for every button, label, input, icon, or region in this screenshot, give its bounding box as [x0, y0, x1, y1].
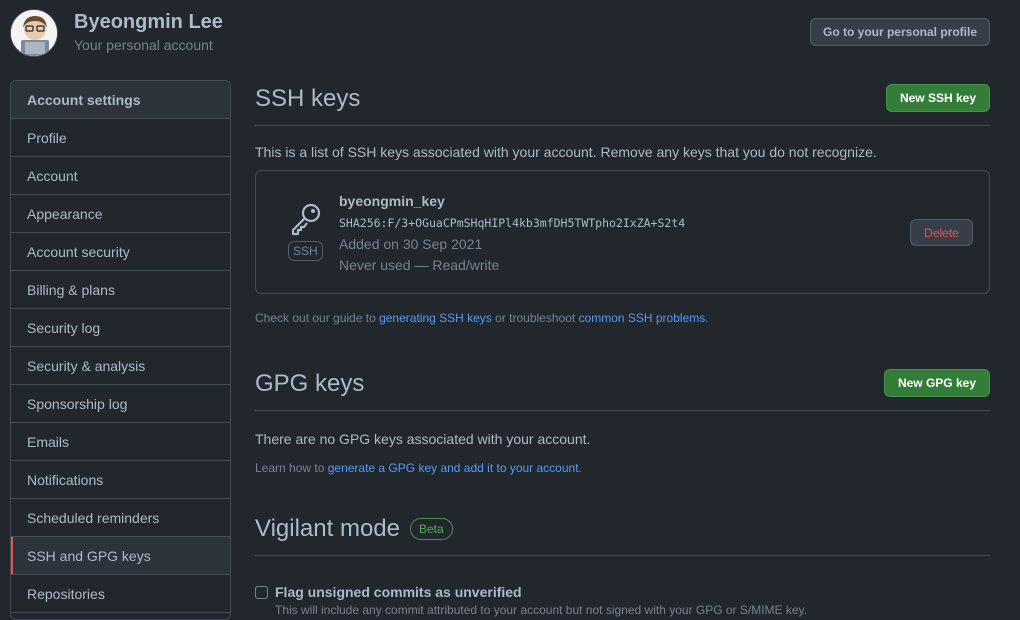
page-header: Byeongmin Lee Your personal account Go t… [0, 0, 1020, 70]
settings-sidebar: Account settings Profile Account Appeara… [10, 80, 231, 620]
user-name: Byeongmin Lee [74, 11, 223, 33]
avatar-icon [11, 10, 57, 56]
sidebar-item-sponsorship-log[interactable]: Sponsorship log [11, 385, 230, 423]
gpg-section-header: GPG keys New GPG key [255, 355, 990, 411]
sidebar-item-repositories[interactable]: Repositories [11, 575, 230, 613]
sidebar-item-emails[interactable]: Emails [11, 423, 230, 461]
sidebar-item-billing-plans[interactable]: Billing & plans [11, 271, 230, 309]
ssh-key-usage: Never used — Read/write [339, 257, 500, 273]
ssh-type-badge: SSH [288, 241, 323, 261]
new-ssh-key-button[interactable]: New SSH key [885, 84, 990, 112]
delete-ssh-key-button[interactable]: Delete [910, 219, 973, 246]
gpg-description: There are no GPG keys associated with yo… [255, 431, 591, 447]
beta-badge: Beta [410, 518, 453, 540]
avatar[interactable] [10, 9, 58, 57]
generate-gpg-key-link[interactable]: generate a GPG key and add it to your ac… [328, 461, 579, 475]
generating-ssh-keys-link[interactable]: generating SSH keys [379, 311, 492, 325]
sidebar-item-profile[interactable]: Profile [11, 119, 230, 157]
sidebar-item-security-analysis[interactable]: Security & analysis [11, 347, 230, 385]
ssh-note-suffix: . [705, 311, 709, 325]
flag-unsigned-checkbox[interactable] [255, 585, 268, 599]
gpg-help-note: Learn how to generate a GPG key and add … [255, 461, 990, 475]
sidebar-item-ssh-gpg-keys[interactable]: SSH and GPG keys [11, 537, 230, 575]
common-ssh-problems-link[interactable]: common SSH problems [579, 311, 706, 325]
new-gpg-key-button[interactable]: New GPG key [883, 369, 990, 397]
sidebar-header: Account settings [11, 81, 230, 119]
vigilant-title: Vigilant mode [255, 515, 400, 542]
sidebar-item-appearance[interactable]: Appearance [11, 195, 230, 233]
flag-unsigned-row: Flag unsigned commits as unverified [255, 584, 522, 600]
ssh-description: This is a list of SSH keys associated wi… [255, 144, 877, 160]
sidebar-item-security-log[interactable]: Security log [11, 309, 230, 347]
go-to-profile-button[interactable]: Go to your personal profile [810, 18, 990, 46]
key-icon [286, 201, 326, 242]
ssh-key-name: byeongmin_key [339, 193, 445, 209]
sidebar-item-notifications[interactable]: Notifications [11, 461, 230, 499]
ssh-help-note: Check out our guide to generating SSH ke… [255, 311, 990, 325]
ssh-section-header: SSH keys New SSH key [255, 70, 990, 126]
gpg-title: GPG keys [255, 370, 365, 397]
main-content: SSH keys New SSH key This is a list of S… [255, 70, 990, 556]
ssh-title: SSH keys [255, 85, 361, 112]
ssh-note-mid: or troubleshoot [491, 311, 579, 325]
flag-unsigned-description: This will include any commit attributed … [275, 603, 808, 617]
flag-unsigned-label[interactable]: Flag unsigned commits as unverified [275, 584, 522, 600]
gpg-note-prefix: Learn how to [255, 461, 328, 475]
vigilant-section-header: Vigilant mode Beta [255, 500, 990, 556]
user-subtitle: Your personal account [74, 37, 213, 53]
gpg-note-suffix: . [578, 461, 582, 475]
ssh-key-fingerprint: SHA256:F/3+OGuaCPmSHqHIPl4kb3mfDH5TWTpho… [339, 216, 686, 230]
sidebar-item-account-security[interactable]: Account security [11, 233, 230, 271]
sidebar-item-scheduled-reminders[interactable]: Scheduled reminders [11, 499, 230, 537]
sidebar-item-account[interactable]: Account [11, 157, 230, 195]
ssh-note-prefix: Check out our guide to [255, 311, 380, 325]
ssh-key-added-date: Added on 30 Sep 2021 [339, 236, 483, 252]
ssh-key-item: SSH byeongmin_key SHA256:F/3+OGuaCPmSHqH… [255, 170, 990, 294]
